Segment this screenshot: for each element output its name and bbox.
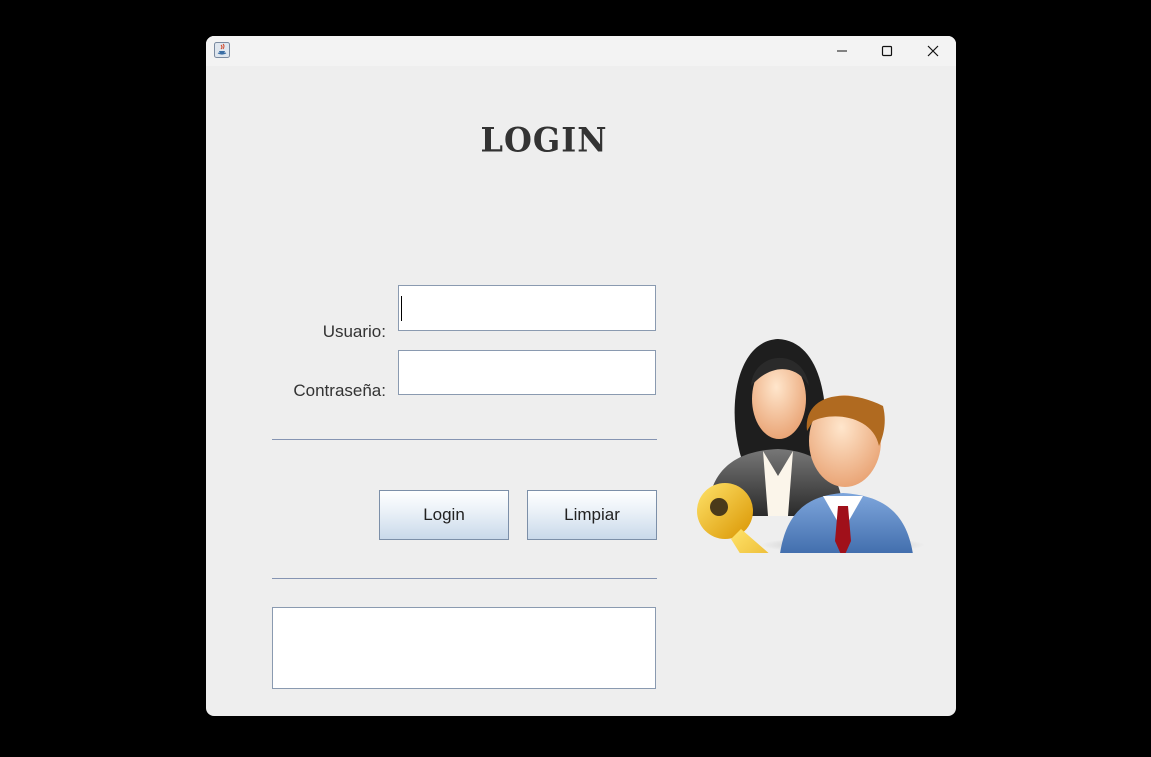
java-icon (214, 42, 230, 58)
login-window: LOGIN Usuario: Contraseña: Login Limpiar (206, 36, 956, 716)
minimize-icon (837, 50, 847, 52)
separator-bottom (272, 578, 657, 579)
text-caret (401, 296, 402, 321)
clear-button[interactable]: Limpiar (527, 490, 657, 540)
close-icon (927, 45, 939, 57)
password-label: Contraseña: (293, 381, 386, 400)
username-field[interactable] (398, 285, 656, 331)
page-title: LOGIN (480, 120, 608, 160)
password-field[interactable] (398, 350, 656, 395)
maximize-icon (881, 45, 893, 57)
login-button[interactable]: Login (379, 490, 509, 540)
separator-top (272, 439, 657, 440)
close-button[interactable] (910, 36, 956, 66)
users-key-icon (697, 339, 925, 553)
message-area[interactable] (272, 607, 656, 689)
username-label: Usuario: (322, 322, 386, 341)
minimize-button[interactable] (819, 36, 865, 66)
title-bar[interactable] (206, 36, 956, 66)
maximize-button[interactable] (864, 36, 910, 66)
